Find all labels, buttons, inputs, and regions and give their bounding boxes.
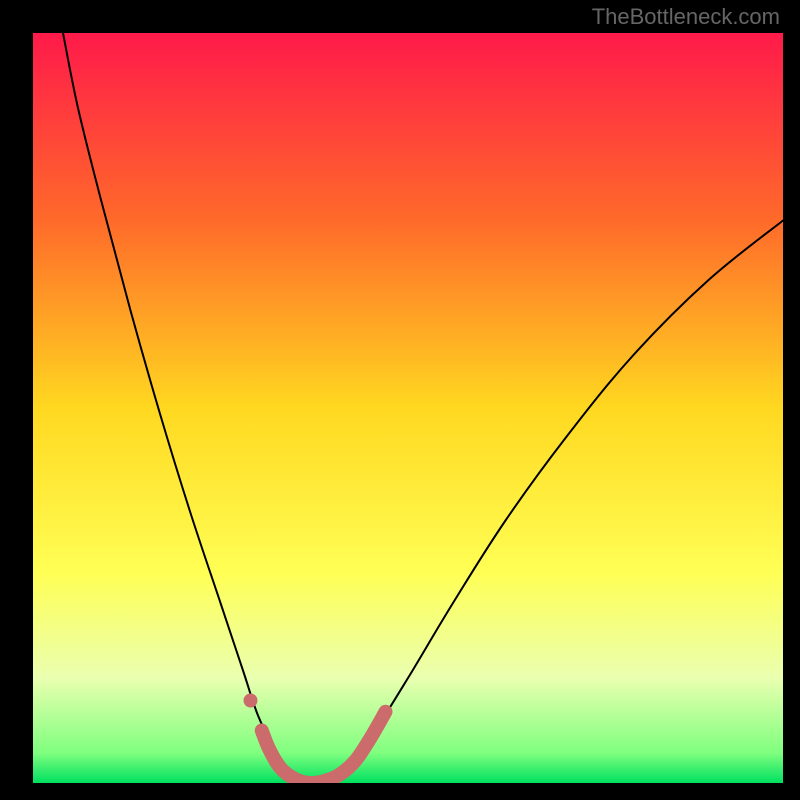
- chart-frame: TheBottleneck.com: [0, 0, 800, 800]
- gradient-background: [33, 33, 783, 783]
- bottleneck-chart: [33, 33, 783, 783]
- plot-area: [33, 33, 783, 783]
- watermark-text: TheBottleneck.com: [592, 4, 780, 30]
- highlight-dot: [244, 694, 258, 708]
